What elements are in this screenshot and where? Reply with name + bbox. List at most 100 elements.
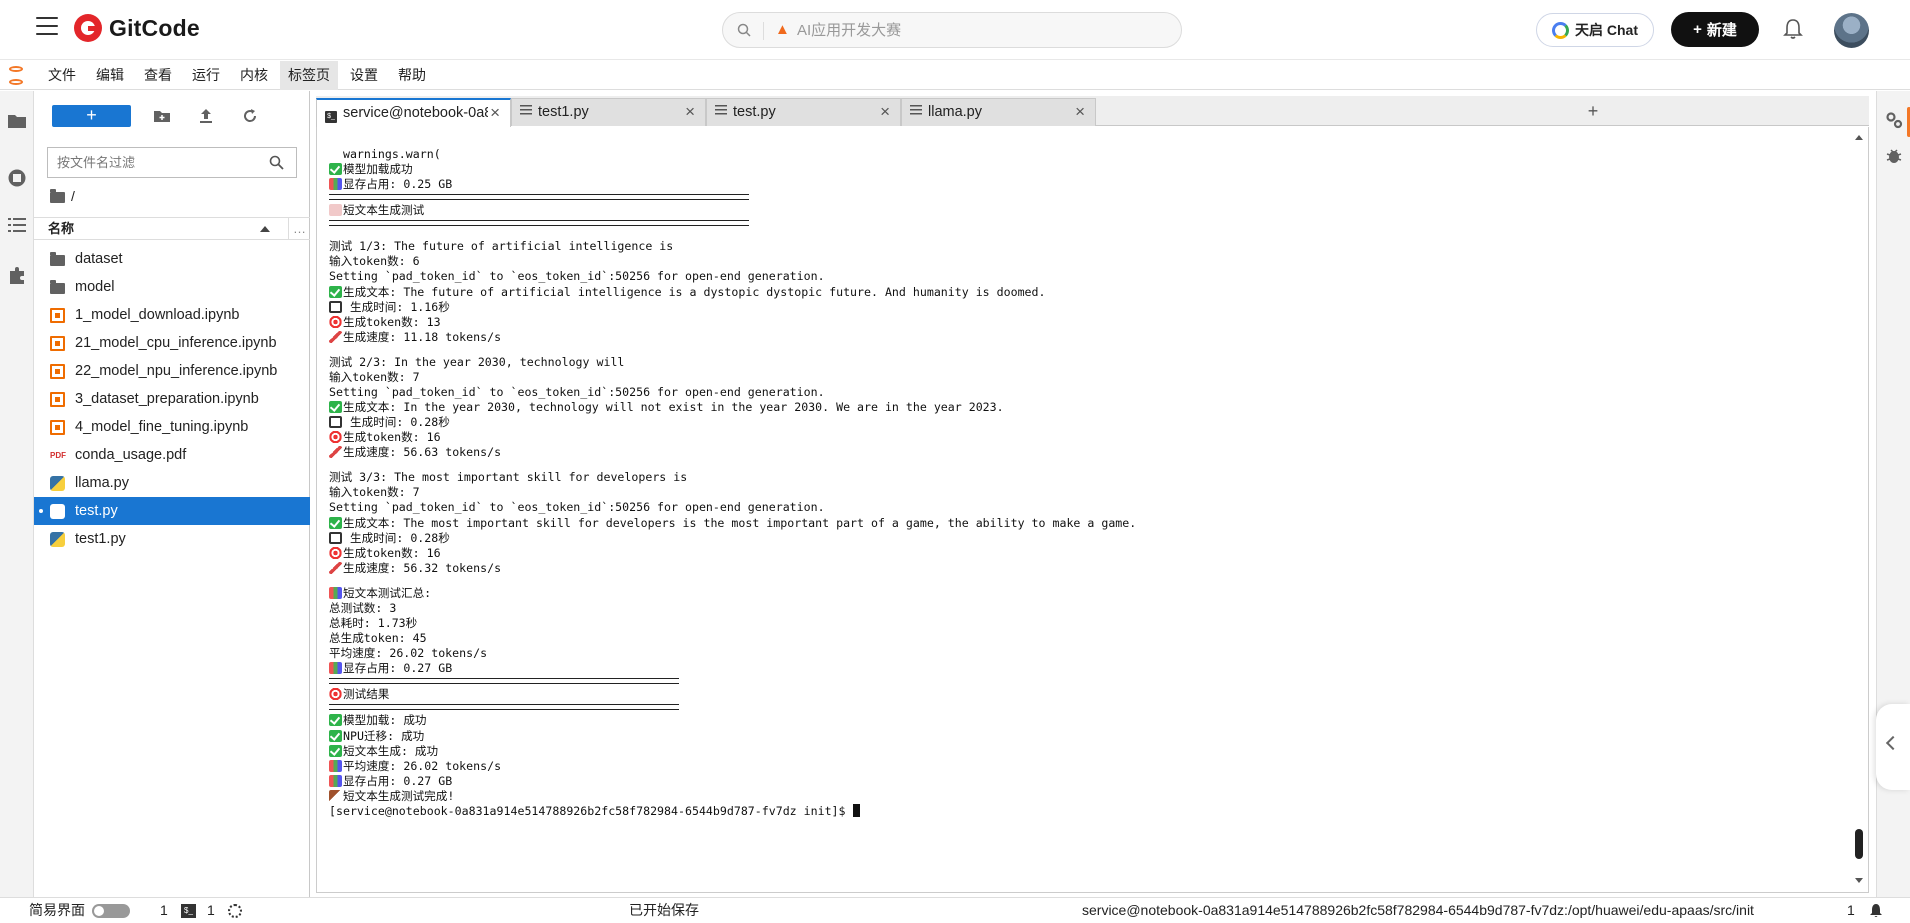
file-list-item[interactable]: 22_model_npu_inference.ipynb [34, 357, 310, 385]
chart-emoji-icon [329, 774, 342, 787]
menu-settings[interactable]: 设置 [342, 61, 386, 90]
terminal-line: 生成速度: 56.32 tokens/s [329, 561, 501, 576]
close-tab-icon[interactable]: × [685, 99, 695, 125]
kernel-status-icon[interactable] [228, 904, 242, 918]
file-name: conda_usage.pdf [75, 447, 187, 463]
terminal-line-text: 生成文本: In the year 2030, technology will … [343, 400, 1004, 414]
column-more-handle[interactable]: … [288, 218, 310, 239]
tab-file[interactable]: llama.py × [901, 98, 1096, 126]
terminal-line-text: 模型加载: 成功 [343, 713, 427, 728]
file-list-item[interactable]: PDF conda_usage.pdf [34, 441, 310, 469]
file-name: 3_dataset_preparation.ipynb [75, 391, 259, 407]
tab-file[interactable]: test.py × [706, 98, 901, 126]
folder-icon[interactable] [7, 111, 27, 131]
global-search[interactable]: ▲ [722, 12, 1182, 48]
menu-run[interactable]: 运行 [184, 61, 228, 90]
menu-edit[interactable]: 编辑 [88, 61, 132, 90]
gitcode-logo[interactable]: GitCode [74, 14, 200, 42]
extension-puzzle-icon[interactable] [7, 265, 27, 285]
terminal-line-text: 平均速度: 26.02 tokens/s [343, 758, 502, 773]
file-filter-box[interactable] [47, 147, 297, 178]
check-emoji-icon [329, 744, 342, 757]
file-list-item[interactable]: dataset [34, 245, 310, 273]
file-name: 22_model_npu_inference.ipynb [75, 363, 278, 379]
terminal-line: 短文本生成测试完成! [329, 789, 454, 804]
folder-icon [50, 188, 65, 203]
terminal-line-text: 生成文本: The most important skill for devel… [343, 515, 1137, 530]
target-emoji-icon [329, 431, 342, 444]
menu-view[interactable]: 查看 [136, 61, 180, 90]
tab-file[interactable]: test1.py × [511, 98, 706, 126]
tab-label: llama.py [928, 104, 982, 120]
menu-tabs[interactable]: 标签页 [280, 60, 338, 90]
terminal-icon: $_ [181, 904, 196, 918]
notebook-icon [50, 363, 65, 379]
file-list-item[interactable]: 1_model_download.ipynb [34, 301, 310, 329]
terminal-line-text: 测试 3/3: The most important skill for dev… [329, 470, 688, 485]
hamburger-menu-icon[interactable] [36, 17, 58, 37]
menu-kernel[interactable]: 内核 [232, 61, 276, 90]
new-launcher-button[interactable]: + [52, 105, 131, 127]
jupyter-logo-icon [0, 61, 36, 90]
notification-count[interactable]: 1 [1847, 898, 1855, 923]
close-tab-icon[interactable]: × [490, 100, 500, 126]
kernel-count[interactable]: 1 [160, 898, 168, 923]
terminal-line: 生成文本: The most important skill for devel… [329, 516, 1136, 531]
close-tab-icon[interactable]: × [1075, 99, 1085, 125]
menu-help[interactable]: 帮助 [390, 61, 434, 90]
file-list-item[interactable]: test1.py [34, 525, 310, 553]
file-list-item[interactable]: 4_model_fine_tuning.ipynb [34, 413, 310, 441]
file-list-header[interactable]: 名称 … [34, 217, 310, 240]
scrollbar-thumb[interactable] [1855, 829, 1863, 859]
file-list-item[interactable]: model [34, 273, 310, 301]
check-emoji-icon [329, 401, 342, 413]
terminal-line: 生成token数: 16 [329, 430, 441, 445]
tab-terminal[interactable]: $_ service@notebook-0a831a× [316, 98, 511, 127]
scroll-down-icon[interactable] [1855, 878, 1863, 883]
file-list-item[interactable]: test.py [34, 497, 310, 525]
notebook-icon [50, 419, 65, 435]
close-tab-icon[interactable]: × [880, 99, 890, 125]
debugger-bug-icon[interactable] [1885, 147, 1903, 165]
brand-name: GitCode [109, 14, 200, 41]
terminal-separator-rule [329, 220, 749, 227]
property-inspector-gears-icon[interactable] [1885, 111, 1903, 129]
new-button[interactable]: + 新建 [1671, 12, 1759, 47]
terminal-line-text: 测试 2/3: In the year 2030, technology wil… [329, 354, 625, 369]
sort-ascending-icon[interactable] [260, 226, 270, 232]
text-file-icon [910, 105, 922, 117]
rocket-emoji-icon [329, 561, 342, 574]
terminal-panel[interactable]: warnings.warn(模型加载成功 显存占用: 0.25 GB 短文本生成测试… [316, 127, 1869, 893]
upload-icon[interactable] [196, 106, 216, 126]
refresh-icon[interactable] [240, 106, 260, 126]
simple-mode-toggle[interactable] [92, 904, 130, 918]
user-avatar[interactable] [1834, 13, 1869, 48]
breadcrumb-root[interactable]: / [71, 188, 75, 204]
terminal-scrollbar[interactable] [1851, 127, 1867, 893]
terminal-count[interactable]: 1 [207, 898, 215, 923]
terminal-line-text: 生成token数: 16 [343, 545, 441, 560]
new-folder-icon[interactable] [152, 106, 172, 126]
file-filter-input[interactable] [48, 148, 248, 177]
terminal-line: 短文本生成: 成功 [329, 744, 438, 759]
status-bell-icon[interactable] [1869, 903, 1883, 918]
scroll-up-icon[interactable] [1855, 135, 1863, 140]
menu-file[interactable]: 文件 [40, 61, 84, 90]
file-list-item[interactable]: llama.py [34, 469, 310, 497]
search-input[interactable] [797, 13, 1167, 47]
breadcrumb[interactable]: / [50, 188, 75, 204]
add-tab-button[interactable]: + [1581, 98, 1605, 125]
terminal-line: 总生成token: 45 [329, 631, 427, 646]
running-kernels-icon[interactable] [7, 168, 27, 188]
terminal-line-text: Setting `pad_token_id` to `eos_token_id`… [329, 500, 825, 515]
terminal-line-text: 短文本测试汇总: [343, 585, 432, 600]
terminal-line: 测试 3/3: The most important skill for dev… [329, 470, 687, 485]
menu-bar: 文件 编辑 查看 运行 内核 标签页 设置 帮助 [0, 60, 1910, 90]
notification-bell-icon[interactable] [1783, 18, 1803, 40]
file-list-item[interactable]: 3_dataset_preparation.ipynb [34, 385, 310, 413]
table-of-contents-icon[interactable] [7, 215, 27, 235]
chart-emoji-icon [329, 662, 342, 675]
file-list-item[interactable]: 21_model_cpu_inference.ipynb [34, 329, 310, 357]
tianqi-chat-button[interactable]: 天启 Chat [1536, 13, 1654, 47]
collapse-panel-button[interactable] [1876, 704, 1910, 790]
